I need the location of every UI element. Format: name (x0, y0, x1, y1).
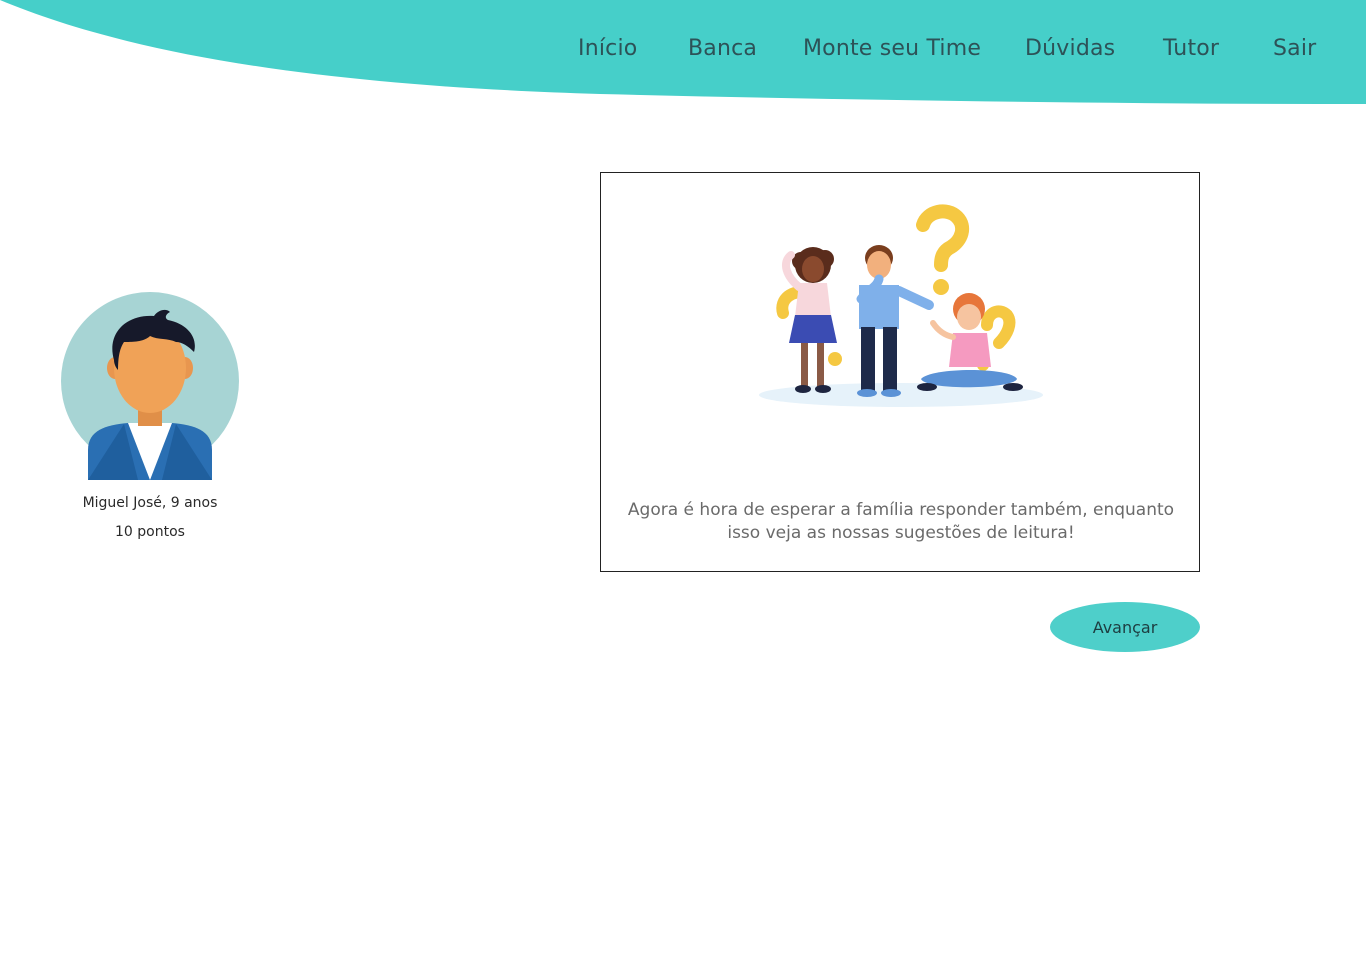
message-card: Agora é hora de esperar a família respon… (600, 172, 1200, 572)
profile-name: Miguel José, 9 anos (82, 495, 218, 511)
nav-item-banca[interactable]: Banca (688, 36, 757, 61)
nav-item-inicio[interactable]: Início (578, 36, 637, 61)
nav-item-duvidas[interactable]: Dúvidas (1025, 36, 1115, 61)
nav-item-tutor[interactable]: Tutor (1163, 36, 1219, 61)
advance-button[interactable]: Avançar (1050, 602, 1200, 652)
profile-points: 10 pontos (115, 524, 185, 540)
main-nav: Início Banca Monte seu Time Dúvidas Tuto… (0, 36, 1366, 70)
card-message: Agora é hora de esperar a família respon… (627, 500, 1175, 543)
page: Início Banca Monte seu Time Dúvidas Tuto… (0, 0, 1366, 960)
nav-item-sair[interactable]: Sair (1273, 36, 1316, 61)
profile-panel: Miguel José, 9 anos 10 pontos (50, 290, 250, 540)
boy-avatar-icon (61, 292, 239, 480)
nav-item-monte-seu-time[interactable]: Monte seu Time (803, 36, 981, 61)
family-question-marks-illustration (759, 204, 1043, 407)
